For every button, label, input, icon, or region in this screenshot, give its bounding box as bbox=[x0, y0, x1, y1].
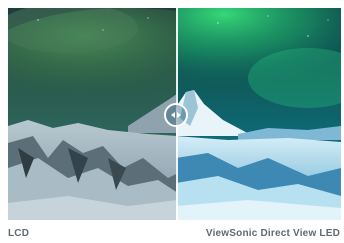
lcd-label: LCD bbox=[8, 228, 30, 239]
slider-handle[interactable] bbox=[164, 103, 188, 127]
right-arrow-icon bbox=[177, 112, 181, 118]
direct-view-led-label: ViewSonic Direct View LED bbox=[205, 228, 340, 239]
left-arrow-icon bbox=[171, 112, 175, 118]
comparison-widget: LCD ViewSonic Direct View LED bbox=[0, 0, 344, 243]
